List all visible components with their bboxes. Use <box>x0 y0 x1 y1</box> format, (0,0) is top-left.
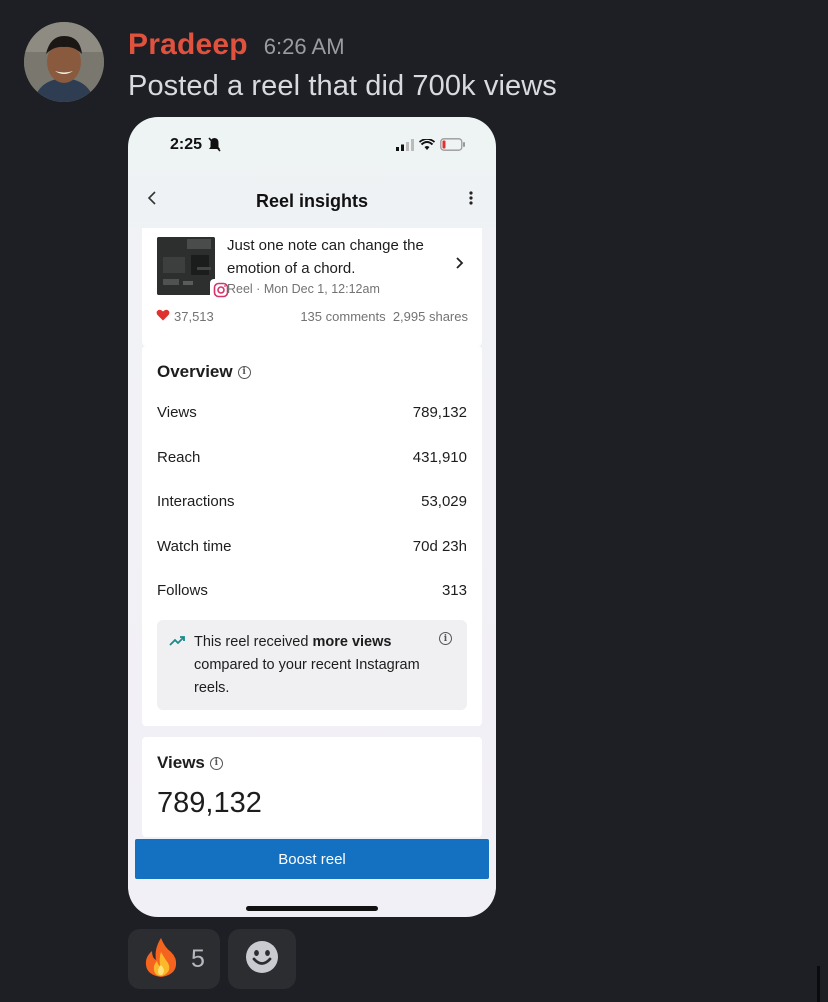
likes-count: 37,513 <box>174 309 214 324</box>
page-title: Reel insights <box>255 191 369 211</box>
wifi-icon <box>418 138 436 156</box>
heart-icon <box>156 309 170 324</box>
metric-label: Views <box>157 404 197 421</box>
info-icon[interactable]: i <box>237 365 251 379</box>
views-total: 789,132 <box>157 787 262 819</box>
more-options-icon[interactable] <box>468 189 474 212</box>
views-card: Views i 789,132 <box>142 737 482 837</box>
fire-emoji-icon <box>143 936 179 983</box>
status-time: 2:25 <box>170 136 203 153</box>
metric-value: 70d 23h <box>412 538 467 555</box>
reaction-count: 5 <box>191 944 205 973</box>
metric-row-views: Views 789,132 <box>157 404 467 421</box>
reel-summary-card[interactable]: Just one note can change the emotion of … <box>142 228 482 346</box>
insight-callout: This reel received more views compared t… <box>157 620 467 710</box>
metric-value: 313 <box>441 582 467 599</box>
trending-up-icon <box>169 634 187 652</box>
reel-thumbnail <box>157 237 215 295</box>
message-timestamp: 6:26 AM <box>263 34 345 59</box>
reaction-fire[interactable]: 5 <box>128 929 220 989</box>
reel-caption: Just one note can change the emotion of … <box>227 237 424 277</box>
overview-card: Overview i Views 789,132 Reach 431,910 I… <box>142 346 482 726</box>
scroll-edge <box>817 966 820 1002</box>
metric-row-watch-time: Watch time 70d 23h <box>157 538 467 555</box>
silent-bell-icon <box>208 137 221 157</box>
views-heading: Views <box>157 753 205 772</box>
add-reaction-icon <box>244 939 280 980</box>
info-icon[interactable]: i <box>439 632 452 645</box>
comments-count: 135 comments <box>300 309 386 324</box>
metric-label: Reach <box>157 449 201 466</box>
signal-icon <box>396 138 414 156</box>
overview-heading: Overview <box>157 362 233 381</box>
metric-label: Watch time <box>157 538 232 555</box>
shares-count: 2,995 shares <box>392 309 468 324</box>
metric-label: Follows <box>157 582 208 599</box>
reel-meta: Reel · Mon Dec 1, 12:12am <box>227 282 380 296</box>
metric-value: 789,132 <box>412 404 467 421</box>
callout-prefix: This reel received <box>194 634 313 650</box>
user-avatar[interactable] <box>24 22 104 102</box>
nav-bar: Reel insights <box>128 187 496 217</box>
message-text: Posted a reel that did 700k views <box>128 70 557 102</box>
metric-value: 53,029 <box>421 493 467 510</box>
phone-status-bar: 2:25 <box>128 135 496 157</box>
info-icon[interactable]: i <box>209 756 223 770</box>
metric-value: 431,910 <box>412 449 467 466</box>
callout-suffix: compared to your recent Instagram reels. <box>194 657 420 696</box>
metric-row-reach: Reach 431,910 <box>157 449 467 466</box>
callout-bold: more views <box>312 634 392 650</box>
battery-icon <box>440 138 466 156</box>
callout-text: This reel received more views compared t… <box>194 631 424 700</box>
add-reaction-button[interactable] <box>228 929 296 989</box>
home-indicator <box>246 906 378 911</box>
message-username[interactable]: Pradeep <box>128 28 248 62</box>
chevron-right-icon[interactable] <box>454 254 464 277</box>
screenshot-attachment[interactable]: 2:25 Reel insights Just one note can cha… <box>128 117 496 917</box>
metric-row-interactions: Interactions 53,029 <box>157 493 467 510</box>
boost-reel-button[interactable]: Boost reel <box>135 839 489 879</box>
metric-row-follows: Follows 313 <box>157 582 467 599</box>
metric-label: Interactions <box>157 493 235 510</box>
